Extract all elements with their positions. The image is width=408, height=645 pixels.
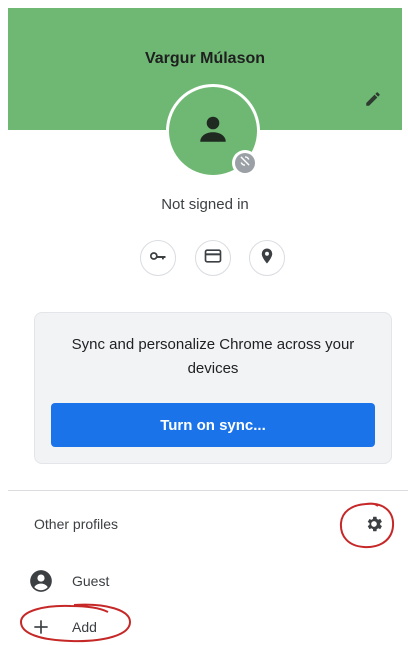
top-strip [0, 0, 408, 8]
payment-methods-button[interactable] [195, 240, 231, 276]
sync-off-icon [238, 154, 252, 173]
manage-profiles-button[interactable] [360, 512, 388, 540]
add-label: Add [72, 619, 97, 635]
guest-profile-item[interactable]: Guest [28, 566, 109, 596]
edit-profile-button[interactable] [360, 88, 386, 114]
plus-icon [28, 614, 54, 640]
addresses-button[interactable] [249, 240, 285, 276]
location-pin-icon [258, 247, 276, 270]
profile-name: Vargur Múlason [144, 50, 266, 67]
gear-icon [364, 514, 384, 539]
credit-card-icon [203, 246, 223, 271]
quick-actions [0, 240, 408, 276]
person-icon [195, 111, 231, 152]
add-profile-item[interactable]: Add [28, 612, 97, 642]
profile-menu: Vargur Múlason Not signed in Sync and pe… [0, 0, 408, 645]
sign-in-status: Not signed in [161, 196, 249, 213]
key-icon [148, 246, 168, 271]
sync-promo-card: Sync and personalize Chrome across your … [34, 312, 392, 464]
passwords-button[interactable] [140, 240, 176, 276]
account-circle-icon [28, 568, 54, 594]
other-profiles-heading: Other profiles [34, 516, 119, 532]
sync-status-badge [232, 150, 258, 176]
pencil-icon [364, 90, 382, 113]
guest-label: Guest [72, 573, 110, 589]
turn-on-sync-button[interactable]: Turn on sync... [51, 403, 375, 447]
section-divider [8, 490, 408, 491]
sync-promo-text: Sync and personalize Chrome across your … [71, 336, 355, 377]
